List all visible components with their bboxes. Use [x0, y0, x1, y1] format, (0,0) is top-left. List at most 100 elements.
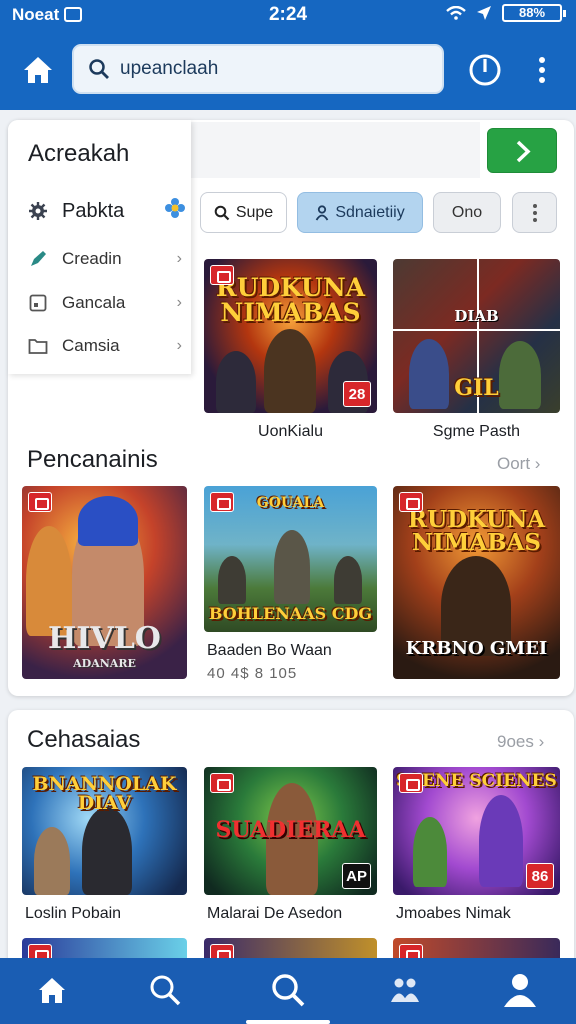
dropdown-item-camsia[interactable]: Camsia › [28, 331, 188, 361]
chip-label: Sdnaietiiy [335, 203, 405, 221]
status-icons: 88% [446, 4, 566, 22]
game-art [479, 795, 523, 887]
game-art-title: RUDKUNA NIMABAS [407, 506, 546, 556]
dropdown-item-label: Creadin [62, 249, 122, 268]
dropdown-item-label: Pabkta [62, 199, 125, 222]
folder-icon [28, 336, 48, 356]
nav-home-button[interactable] [30, 968, 74, 1012]
chevron-right-icon: › [176, 337, 182, 354]
profile-icon [504, 974, 536, 1007]
game-art [334, 556, 362, 604]
game-tile-baaden[interactable]: GOUALA BOHLENAAS CDG [204, 486, 377, 632]
rank-badge: 86 [526, 863, 554, 889]
pen-icon [28, 249, 48, 269]
game-art-subtitle: KRBNO GMEI [405, 638, 548, 659]
dropdown-item-creadin[interactable]: Creadin › [28, 244, 188, 274]
status-bar: Noeat 2:24 88% [0, 0, 576, 30]
game-tile-loslin[interactable]: BNANNOLAK DIAV [22, 767, 187, 895]
dropdown-item-gancala[interactable]: Gancala › [28, 288, 188, 318]
game-art-title: SUADIERAA [215, 817, 366, 843]
person-icon [316, 204, 329, 220]
next-button[interactable] [487, 128, 557, 173]
game-art-subtitle: GIL [454, 375, 499, 401]
game-art [34, 827, 70, 895]
game-tile-uonkialu[interactable]: RUDKUNA NIMABAS 28 [204, 259, 377, 413]
game-tile-sgme-pasth[interactable]: DIAB GIL [393, 259, 560, 413]
dropdown-title: Acreakah [28, 140, 130, 167]
game-tile-hivlo[interactable]: HIVLO ADANARE [22, 486, 187, 679]
power-button[interactable] [467, 52, 503, 88]
chip-label: Supe [235, 203, 274, 221]
game-art [264, 329, 316, 413]
app-header [0, 30, 576, 110]
see-more-link[interactable]: 9oes › [497, 732, 544, 752]
game-art [78, 496, 138, 546]
video-badge-icon [399, 492, 423, 512]
video-badge-icon [210, 265, 234, 285]
nav-discover-button[interactable] [266, 968, 310, 1012]
search-icon [214, 205, 230, 220]
video-badge-icon [210, 492, 234, 512]
game-art-title: BNANNOLAK DIAV [32, 773, 177, 814]
top-banner-strip [190, 122, 480, 178]
location-icon [477, 6, 491, 20]
game-art [274, 530, 310, 604]
chip-sdnaietiiy[interactable]: Sdnaietiiy [297, 192, 423, 233]
search-icon [272, 974, 305, 1007]
chevron-right-icon: › [176, 250, 182, 267]
section-title: Pencanainis [27, 446, 158, 473]
chevron-right-icon [516, 140, 531, 163]
search-input[interactable] [120, 58, 420, 80]
bottom-navigation [0, 958, 576, 1024]
game-tile-malarai[interactable]: SUADIERAA AP [204, 767, 377, 895]
game-title: Malarai De Asedon [207, 905, 343, 922]
game-art [218, 556, 246, 604]
wifi-icon [446, 6, 466, 20]
game-art-subtitle: ADANARE [73, 657, 136, 670]
flower-icon [164, 197, 186, 225]
game-title: UonKialu [258, 423, 323, 440]
search-bar[interactable] [72, 44, 444, 94]
search-icon [150, 975, 181, 1006]
game-art [82, 807, 132, 895]
game-title: Loslin Pobain [25, 905, 122, 922]
video-badge-icon [28, 492, 52, 512]
search-icon [89, 59, 109, 79]
rank-badge: AP [342, 863, 371, 889]
chip-ono[interactable]: Ono [433, 192, 501, 233]
see-more-link[interactable]: Oort › [497, 454, 540, 474]
rank-badge: 28 [343, 381, 371, 407]
power-icon [469, 54, 501, 86]
community-icon [391, 978, 419, 1002]
dropdown-item-label: Camsia [62, 336, 120, 355]
chip-more-button[interactable] [512, 192, 557, 233]
see-more-label: 9oes [497, 732, 534, 751]
chevron-right-icon: › [176, 294, 182, 311]
game-art-subtitle: BOHLENAAS CDG [208, 604, 373, 623]
see-more-label: Oort [497, 454, 531, 473]
home-button[interactable] [18, 50, 58, 90]
more-options-button[interactable] [532, 52, 552, 88]
nav-profile-button[interactable] [498, 968, 542, 1012]
game-tile-rudkuna[interactable]: RUDKUNA NIMABAS KRBNO GMEI [393, 486, 560, 679]
game-art [216, 351, 256, 413]
gear-icon [28, 201, 48, 221]
battery-indicator: 88% [502, 4, 566, 22]
chip-label: Ono [451, 203, 483, 221]
dropdown-item-label: Gancala [62, 293, 126, 312]
nav-community-button[interactable] [383, 968, 427, 1012]
game-title: Baaden Bo Waan [207, 642, 332, 659]
game-meta: 40 4$ 8 105 [207, 665, 298, 682]
chip-search[interactable]: Supe [200, 192, 287, 233]
game-art [26, 526, 72, 636]
game-title: Jmoabes Nimak [396, 905, 511, 922]
game-art-title: HIVLO [48, 621, 161, 656]
home-icon [39, 978, 65, 1003]
video-badge-icon [399, 773, 423, 793]
chevron-right-icon: › [534, 454, 541, 473]
dropdown-item-pabkta[interactable]: Pabkta [28, 196, 188, 226]
category-dropdown: Acreakah Pabkta Creadin › Gancala › Cams… [8, 120, 191, 374]
home-icon [24, 57, 52, 83]
nav-search-button[interactable] [143, 968, 187, 1012]
game-tile-jmoabes[interactable]: SCENE SCIENES 86 [393, 767, 560, 895]
